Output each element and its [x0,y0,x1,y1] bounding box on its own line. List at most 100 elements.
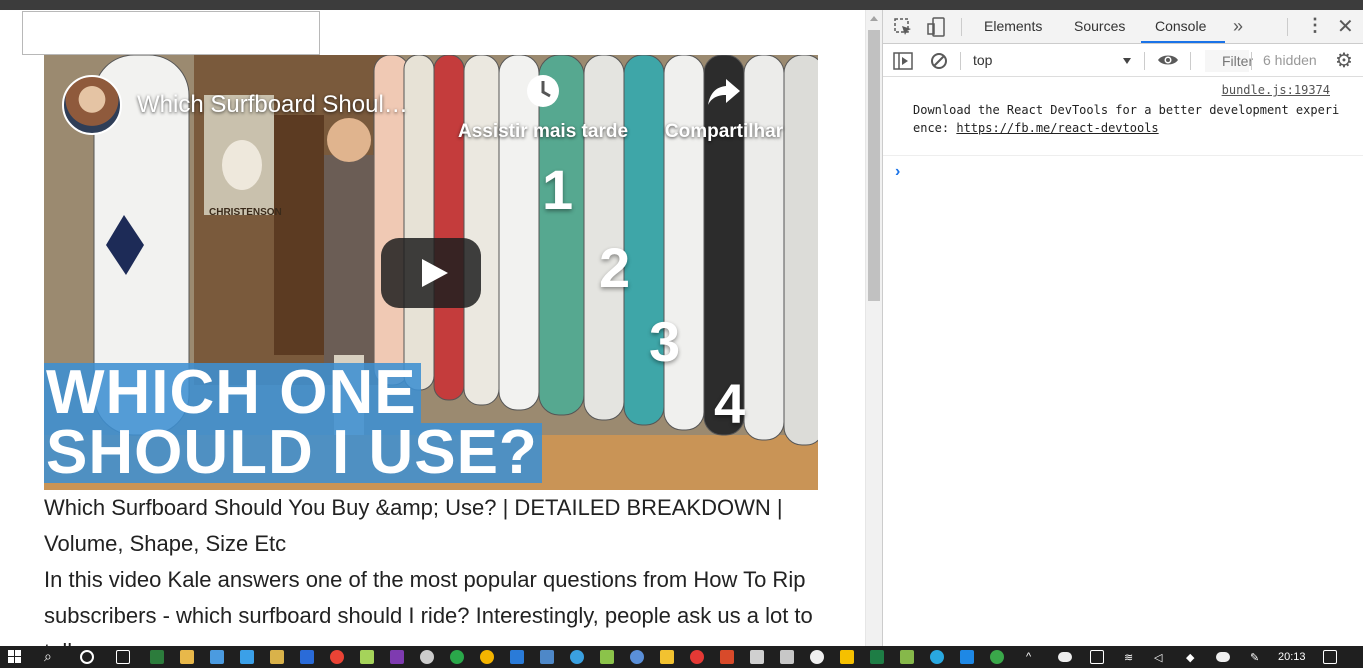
message-text: Download the React DevTools for a better… [913,101,1343,137]
kebab-menu-icon[interactable]: ⋮ [1306,15,1324,36]
thumb-number: 1 [542,158,574,221]
clock-icon [527,75,559,107]
file-explorer-icon[interactable] [180,650,194,664]
inspect-element-icon[interactable] [894,18,912,36]
chart-app-icon[interactable] [840,650,854,664]
toolbar-separator [960,52,961,70]
task-view-icon[interactable] [116,650,130,664]
close-icon[interactable]: ✕ [1337,14,1354,39]
console-toolbar: top Filter 6 hidden ⚙ [883,44,1363,77]
device-toolbar-icon[interactable] [927,17,947,37]
notifications-icon[interactable] [1323,650,1337,664]
hidden-count[interactable]: 6 hidden [1263,52,1317,68]
app-icon[interactable] [450,650,464,664]
excel-icon[interactable] [870,650,884,664]
onenote-icon[interactable] [390,650,404,664]
sign-text: CHRISTENSON [209,207,282,218]
eye-icon[interactable] [1157,53,1179,67]
app-icon[interactable] [540,650,554,664]
thumb-number: 2 [599,236,631,299]
video-description: In this video Kale answers one of the mo… [44,567,813,646]
console-output: bundle.js:19374 Download the React DevTo… [883,78,1363,180]
app-icon[interactable] [600,650,614,664]
volume-icon[interactable]: ◁ [1154,651,1162,664]
thumb-number: 4 [714,372,746,435]
thumb-number: 3 [649,310,681,373]
search-input[interactable] [22,11,320,55]
mail-icon[interactable] [750,650,764,664]
channel-avatar[interactable] [62,75,122,135]
pen-icon[interactable]: ✎ [1250,651,1259,664]
app-icon[interactable] [270,650,284,664]
sidebar-toggle-icon[interactable] [893,52,913,70]
thumb-headline: WHICH ONE [44,362,421,424]
powerpoint-icon[interactable] [720,650,734,664]
app-icon[interactable] [930,650,944,664]
onedrive-icon[interactable] [1058,652,1072,662]
app-icon[interactable] [150,650,164,664]
chrome-icon[interactable] [330,650,344,664]
clock[interactable]: 20:13 [1278,651,1306,663]
tab-elements[interactable]: Elements [984,18,1042,34]
app-icon[interactable] [210,650,224,664]
react-devtools-link[interactable]: https://fb.me/react-devtools [956,121,1158,135]
gear-icon[interactable]: ⚙ [1335,48,1353,73]
app-icon[interactable] [780,650,794,664]
clear-console-icon[interactable] [930,52,948,70]
watch-later-label: Assistir mais tarde [457,121,629,142]
filter-input[interactable]: Filter [1205,50,1253,72]
play-button[interactable] [381,238,481,308]
page-scrollbar[interactable] [865,10,882,646]
scrollbar-thumb[interactable] [868,30,880,301]
windows-start-icon[interactable] [8,650,22,664]
toolbar-separator [961,18,962,36]
toolbar-separator [1144,52,1145,70]
video-heading: Which Surfboard Should You Buy &amp; Use… [44,495,783,556]
app-icon[interactable] [960,650,974,664]
page-content: CHRISTENSON Which Surfboard Shoul… Assis… [0,10,865,646]
app-icon[interactable] [990,650,1004,664]
message-source-link[interactable]: bundle.js:19374 [1222,83,1330,97]
cortana-icon[interactable] [80,650,94,664]
taskbar: ⌕ ^ ≋ ◁ ◆ ✎ 20:13 [0,646,1363,668]
active-tab-indicator [1141,41,1225,43]
tab-console[interactable]: Console [1155,18,1206,34]
app-icon[interactable] [630,650,644,664]
chrome-icon[interactable] [480,650,494,664]
share-icon [708,79,740,105]
thumb-headline: SHOULD I USE? [44,422,542,484]
app-icon[interactable] [240,650,254,664]
devtools-toolbar: Elements Sources Console » ⋮ ✕ [883,10,1363,44]
app-icon[interactable] [300,650,314,664]
video-description-block: Which Surfboard Should You Buy &amp; Use… [44,490,834,646]
share-button[interactable]: Compartilhar [659,73,789,143]
toolbar-separator [1251,52,1252,70]
chevron-up-icon[interactable]: ^ [1026,651,1031,663]
vscode-icon[interactable] [510,650,524,664]
opera-icon[interactable] [690,650,704,664]
dropbox-icon[interactable]: ◆ [1186,651,1194,664]
context-select[interactable]: top [973,52,992,68]
search-icon[interactable]: ⌕ [44,648,52,665]
app-icon[interactable] [360,650,374,664]
battery-icon[interactable] [1090,650,1104,664]
watch-later-button[interactable]: Assistir mais tarde [456,73,630,143]
toolbar-separator [1287,18,1288,36]
video-title[interactable]: Which Surfboard Shoul… [137,91,408,119]
toolbar-separator [1190,52,1191,70]
tab-sources[interactable]: Sources [1074,18,1125,34]
video-player[interactable]: CHRISTENSON Which Surfboard Shoul… Assis… [44,55,818,490]
chevron-down-icon[interactable] [1123,58,1131,64]
devtools-panel: Elements Sources Console » ⋮ ✕ top Filte… [882,10,1363,646]
console-prompt-icon[interactable]: › [895,163,900,181]
app-icon[interactable] [660,650,674,664]
github-icon[interactable] [810,650,824,664]
app-icon[interactable] [900,650,914,664]
app-icon[interactable] [570,650,584,664]
cloud-upload-icon[interactable] [1216,652,1230,662]
settings-gear-icon[interactable] [420,650,434,664]
window-top-strip [0,0,1363,10]
scroll-up-arrow-icon[interactable] [870,16,878,21]
more-tabs-icon[interactable]: » [1233,16,1243,37]
wifi-icon[interactable]: ≋ [1124,651,1133,664]
